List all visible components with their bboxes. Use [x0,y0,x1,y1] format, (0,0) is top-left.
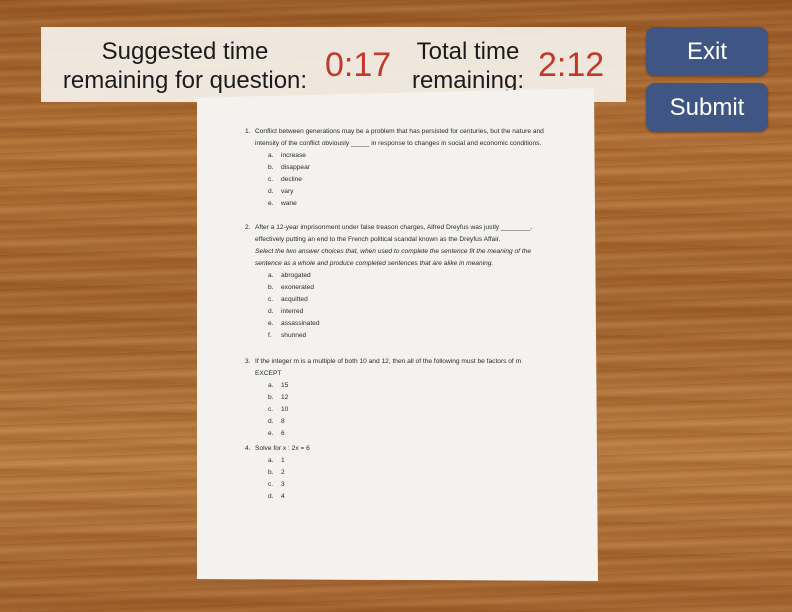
choice-text: acquitted [281,296,308,303]
question-text: Solve for x : 2x = 6 [255,445,310,452]
question-time-label-line1: Suggested time [101,38,269,65]
choice-text: 2 [281,469,285,476]
choice-letter: b. [268,284,274,291]
answer-choice[interactable]: c. decline [268,174,545,186]
choice-text: disappear [281,164,310,171]
choice-letter: c. [268,481,274,488]
choice-text: 4 [281,493,285,500]
choice-text: 12 [281,394,289,401]
choice-letter: d. [268,188,274,195]
choice-text: abrogated [281,272,311,279]
choice-text: 10 [281,406,289,413]
choice-text: 15 [281,382,289,389]
answer-choice[interactable]: a. 1 [268,455,545,467]
answer-choice[interactable]: b. 12 [268,392,545,404]
question-time-label: Suggested time remaining for question: [56,37,314,95]
question-1: 1. Conflict between generations may be a… [245,126,545,210]
choice-letter: c. [268,176,274,183]
choice-letter: d. [268,493,274,500]
choice-letter: e. [268,430,274,437]
answer-choice[interactable]: a. increase [268,150,545,162]
question-instruction: Select the two answer choices that, when… [255,248,532,267]
choice-text: exonerated [281,284,314,291]
answer-choice[interactable]: d. vary [268,186,545,198]
total-time-value: 2:12 [538,46,605,84]
question-text: Conflict between generations may be a pr… [255,128,544,147]
choice-letter: f. [268,332,272,339]
answer-choices: a. increase b. disappear c. decline d. vary … [255,150,545,210]
answer-choice[interactable]: e. wane [268,198,545,210]
submit-button[interactable]: Submit [646,83,768,132]
choice-text: 3 [281,481,285,488]
choice-letter: c. [268,406,274,413]
question-text: If the integer m is a multiple of both 1… [255,358,522,377]
choice-letter: d. [268,308,274,315]
choice-letter: b. [268,394,274,401]
question-time-label-line2: remaining for question: [62,67,308,94]
answer-choice[interactable]: f. shunned [268,330,545,342]
choice-letter: e. [268,320,274,327]
answer-choice[interactable]: b. 2 [268,467,545,479]
question-time-value: 0:17 [325,46,392,84]
answer-choice[interactable]: b. exonerated [268,282,545,294]
choice-text: wane [281,200,297,207]
answer-choice[interactable]: c. 10 [268,404,545,416]
choice-text: increase [281,152,306,159]
answer-choice[interactable]: e. assassinated [268,318,545,330]
answer-choice[interactable]: e. 6 [268,428,545,440]
choice-text: vary [281,188,294,195]
choice-letter: d. [268,418,274,425]
question-3: 3. If the integer m is a multiple of bot… [245,356,545,440]
choice-text: 6 [281,430,285,437]
choice-letter: a. [268,152,274,159]
total-time-label: Total time remaining: [409,37,527,95]
choice-text: decline [281,176,302,183]
answer-choice[interactable]: d. interred [268,306,545,318]
choice-letter: a. [268,457,274,464]
question-number: 3. [245,358,251,365]
answer-choice[interactable]: a. abrogated [268,270,545,282]
answer-choice[interactable]: d. 8 [268,416,545,428]
answer-choices: a. abrogated b. exonerated c. acquitted d. i… [255,270,545,342]
choice-text: interred [281,308,304,315]
answer-choice[interactable]: c. acquitted [268,294,545,306]
question-number: 1. [245,128,251,135]
choice-text: 8 [281,418,285,425]
answer-choices: a. 1 b. 2 c. 3 d. 4 [255,455,545,503]
choice-letter: c. [268,296,274,303]
choice-letter: a. [268,272,274,279]
choice-text: 1 [281,457,285,464]
exit-button[interactable]: Exit [646,27,768,76]
total-time-label-line1: Total time [416,38,520,65]
question-2: 2. After a 12-year imprisonment under fa… [245,222,545,342]
answer-choice[interactable]: c. 3 [268,479,545,491]
choice-letter: e. [268,200,274,207]
question-4: 4. Solve for x : 2x = 6 a. 1 b. 2 c. 3 d. 4 [245,443,545,503]
choice-letter: b. [268,469,274,476]
choice-text: shunned [281,332,307,339]
choice-letter: a. [268,382,274,389]
answer-choices: a. 15 b. 12 c. 10 d. 8 e. 6 [255,380,545,440]
answer-choice[interactable]: b. disappear [268,162,545,174]
question-number: 4. [245,445,251,452]
answer-choice[interactable]: d. 4 [268,491,545,503]
choice-letter: b. [268,164,274,171]
question-number: 2. [245,224,251,231]
choice-text: assassinated [281,320,320,327]
question-text: After a 12-year imprisonment under false… [255,224,533,243]
question-paper: 1. Conflict between generations may be a… [197,88,598,581]
answer-choice[interactable]: a. 15 [268,380,545,392]
